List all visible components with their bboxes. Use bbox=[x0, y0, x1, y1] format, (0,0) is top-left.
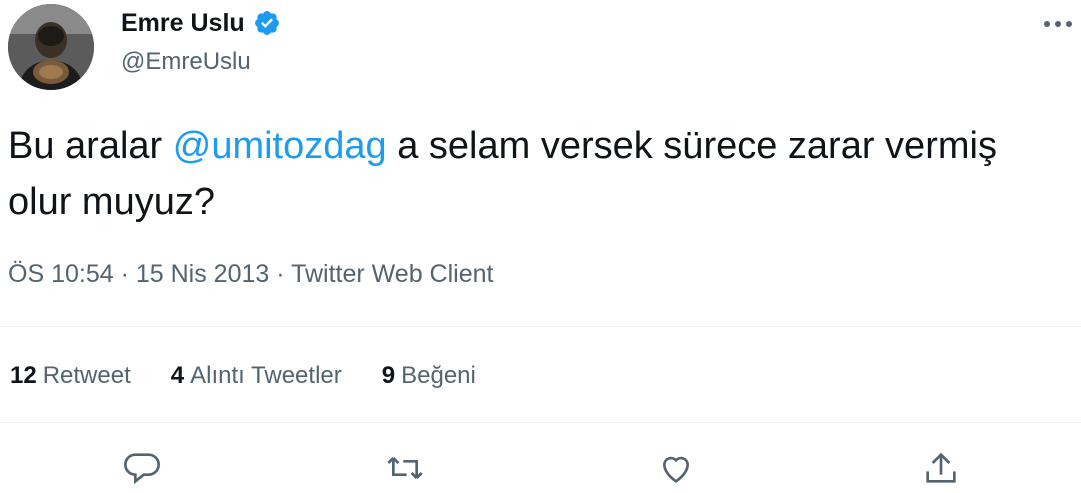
author-name[interactable]: Emre Uslu bbox=[121, 8, 245, 38]
author-handle[interactable]: @EmreUslu bbox=[121, 48, 251, 76]
retweet-icon bbox=[387, 457, 423, 479]
like-label: Beğeni bbox=[401, 362, 476, 389]
retweet-count: 12 bbox=[10, 362, 37, 389]
quote-stat[interactable]: 4 Alıntı Tweetler bbox=[171, 360, 342, 392]
meta-separator: · bbox=[276, 260, 285, 288]
reply-icon bbox=[124, 453, 160, 485]
mention-link[interactable]: @umitozdag bbox=[173, 125, 387, 167]
like-button[interactable] bbox=[656, 448, 696, 488]
more-dots-icon bbox=[1044, 21, 1072, 27]
divider bbox=[0, 422, 1081, 423]
tweet-text: Bu aralar @umitozdag a selam versek süre… bbox=[8, 118, 1008, 230]
like-icon bbox=[662, 456, 690, 483]
action-bar bbox=[0, 448, 1081, 485]
avatar[interactable] bbox=[8, 4, 94, 90]
retweet-button[interactable] bbox=[385, 448, 425, 488]
like-count: 9 bbox=[381, 362, 396, 389]
tweet-date[interactable]: 15 Nis 2013 bbox=[136, 260, 269, 288]
tweet-time[interactable]: ÖS 10:54 bbox=[8, 260, 114, 288]
divider bbox=[0, 326, 1081, 327]
reply-button[interactable] bbox=[122, 448, 162, 488]
tweet-meta: ÖS 10:54 · 15 Nis 2013 · Twitter Web Cli… bbox=[8, 258, 493, 290]
share-button[interactable] bbox=[921, 448, 961, 488]
user-avatar-icon bbox=[8, 4, 94, 90]
more-options-button[interactable] bbox=[1040, 14, 1076, 34]
quote-count: 4 bbox=[170, 362, 185, 389]
quote-label: Alıntı Tweetler bbox=[190, 362, 342, 389]
tweet-client[interactable]: Twitter Web Client bbox=[291, 260, 493, 288]
retweet-label: Retweet bbox=[42, 362, 131, 389]
verified-badge-icon bbox=[253, 9, 281, 37]
share-icon bbox=[926, 452, 956, 483]
author-name-row[interactable]: Emre Uslu bbox=[121, 8, 281, 38]
retweet-stat[interactable]: 12 Retweet bbox=[10, 360, 131, 392]
like-stat[interactable]: 9 Beğeni bbox=[382, 360, 476, 392]
tweet: Emre Uslu @EmreUslu Bu aralar @umitozdag… bbox=[0, 0, 1081, 485]
meta-separator: · bbox=[120, 260, 129, 288]
tweet-stats: 12 Retweet 4 Alıntı Tweetler 9 Beğeni bbox=[10, 360, 476, 392]
tweet-text-before: Bu aralar bbox=[8, 125, 173, 167]
